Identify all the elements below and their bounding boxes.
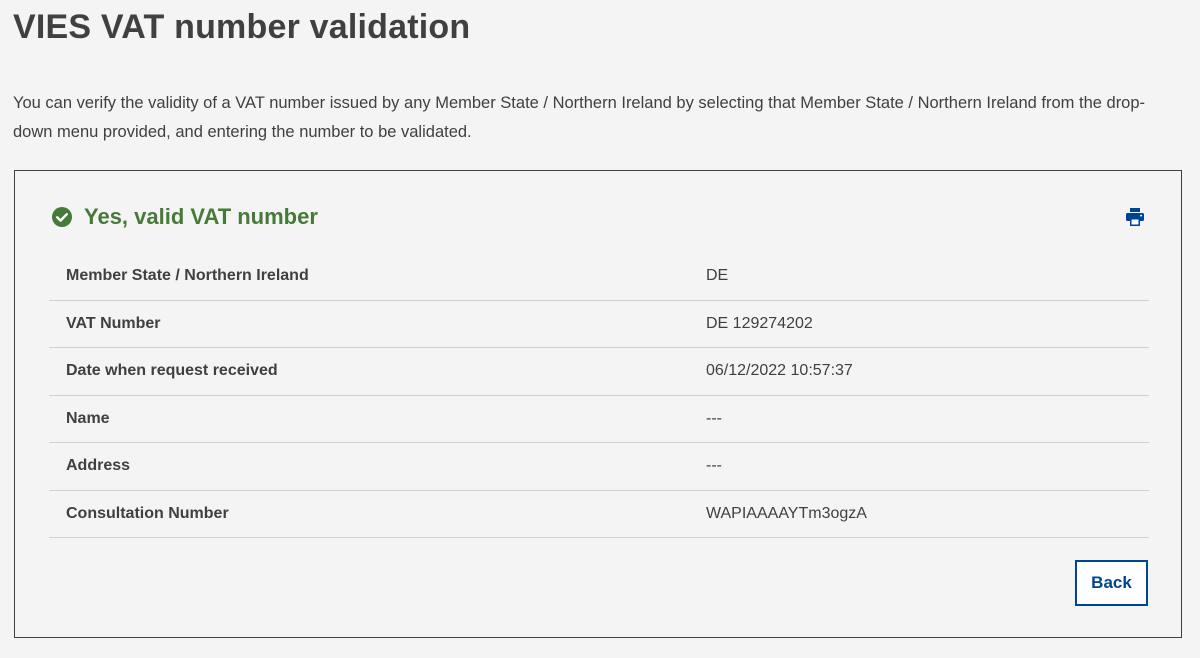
intro-text: You can verify the validity of a VAT num…	[13, 94, 1146, 141]
detail-row-member-state: Member State / Northern Ireland DE	[49, 253, 1149, 301]
request-date-value: 06/12/2022 10:57:37	[706, 362, 853, 380]
detail-row-name: Name ---	[49, 396, 1149, 443]
address-value: ---	[706, 457, 722, 475]
vat-number-value: DE 129274202	[706, 314, 813, 332]
consultation-number-value: WAPIAAAAYTm3ogzA	[706, 504, 867, 522]
member-state-value: DE	[706, 267, 729, 285]
detail-row-vat-number: VAT Number DE 129274202	[49, 301, 1149, 348]
page-title: VIES VAT number validation	[13, 8, 471, 46]
name-value: ---	[706, 409, 722, 427]
validation-status: Yes, valid VAT number	[52, 204, 318, 230]
request-date-label: Date when request received	[66, 362, 278, 380]
address-label: Address	[66, 457, 131, 475]
detail-row-request-date: Date when request received 06/12/2022 10…	[49, 348, 1149, 396]
name-label: Name	[66, 409, 110, 427]
back-button[interactable]: Back	[1075, 560, 1148, 606]
check-circle-icon	[52, 207, 72, 227]
member-state-label: Member State / Northern Ireland	[66, 267, 309, 285]
detail-row-address: Address ---	[49, 443, 1149, 491]
status-text: Yes, valid VAT number	[84, 204, 318, 229]
result-panel: Yes, valid VAT number Member State / Nor…	[14, 170, 1182, 638]
details-table: Member State / Northern Ireland DE VAT N…	[49, 253, 1149, 538]
detail-row-consultation-number: Consultation Number WAPIAAAAYTm3ogzA	[49, 491, 1149, 538]
print-icon[interactable]	[1126, 208, 1144, 226]
consultation-number-label: Consultation Number	[66, 504, 229, 522]
vat-number-label: VAT Number	[66, 314, 161, 332]
